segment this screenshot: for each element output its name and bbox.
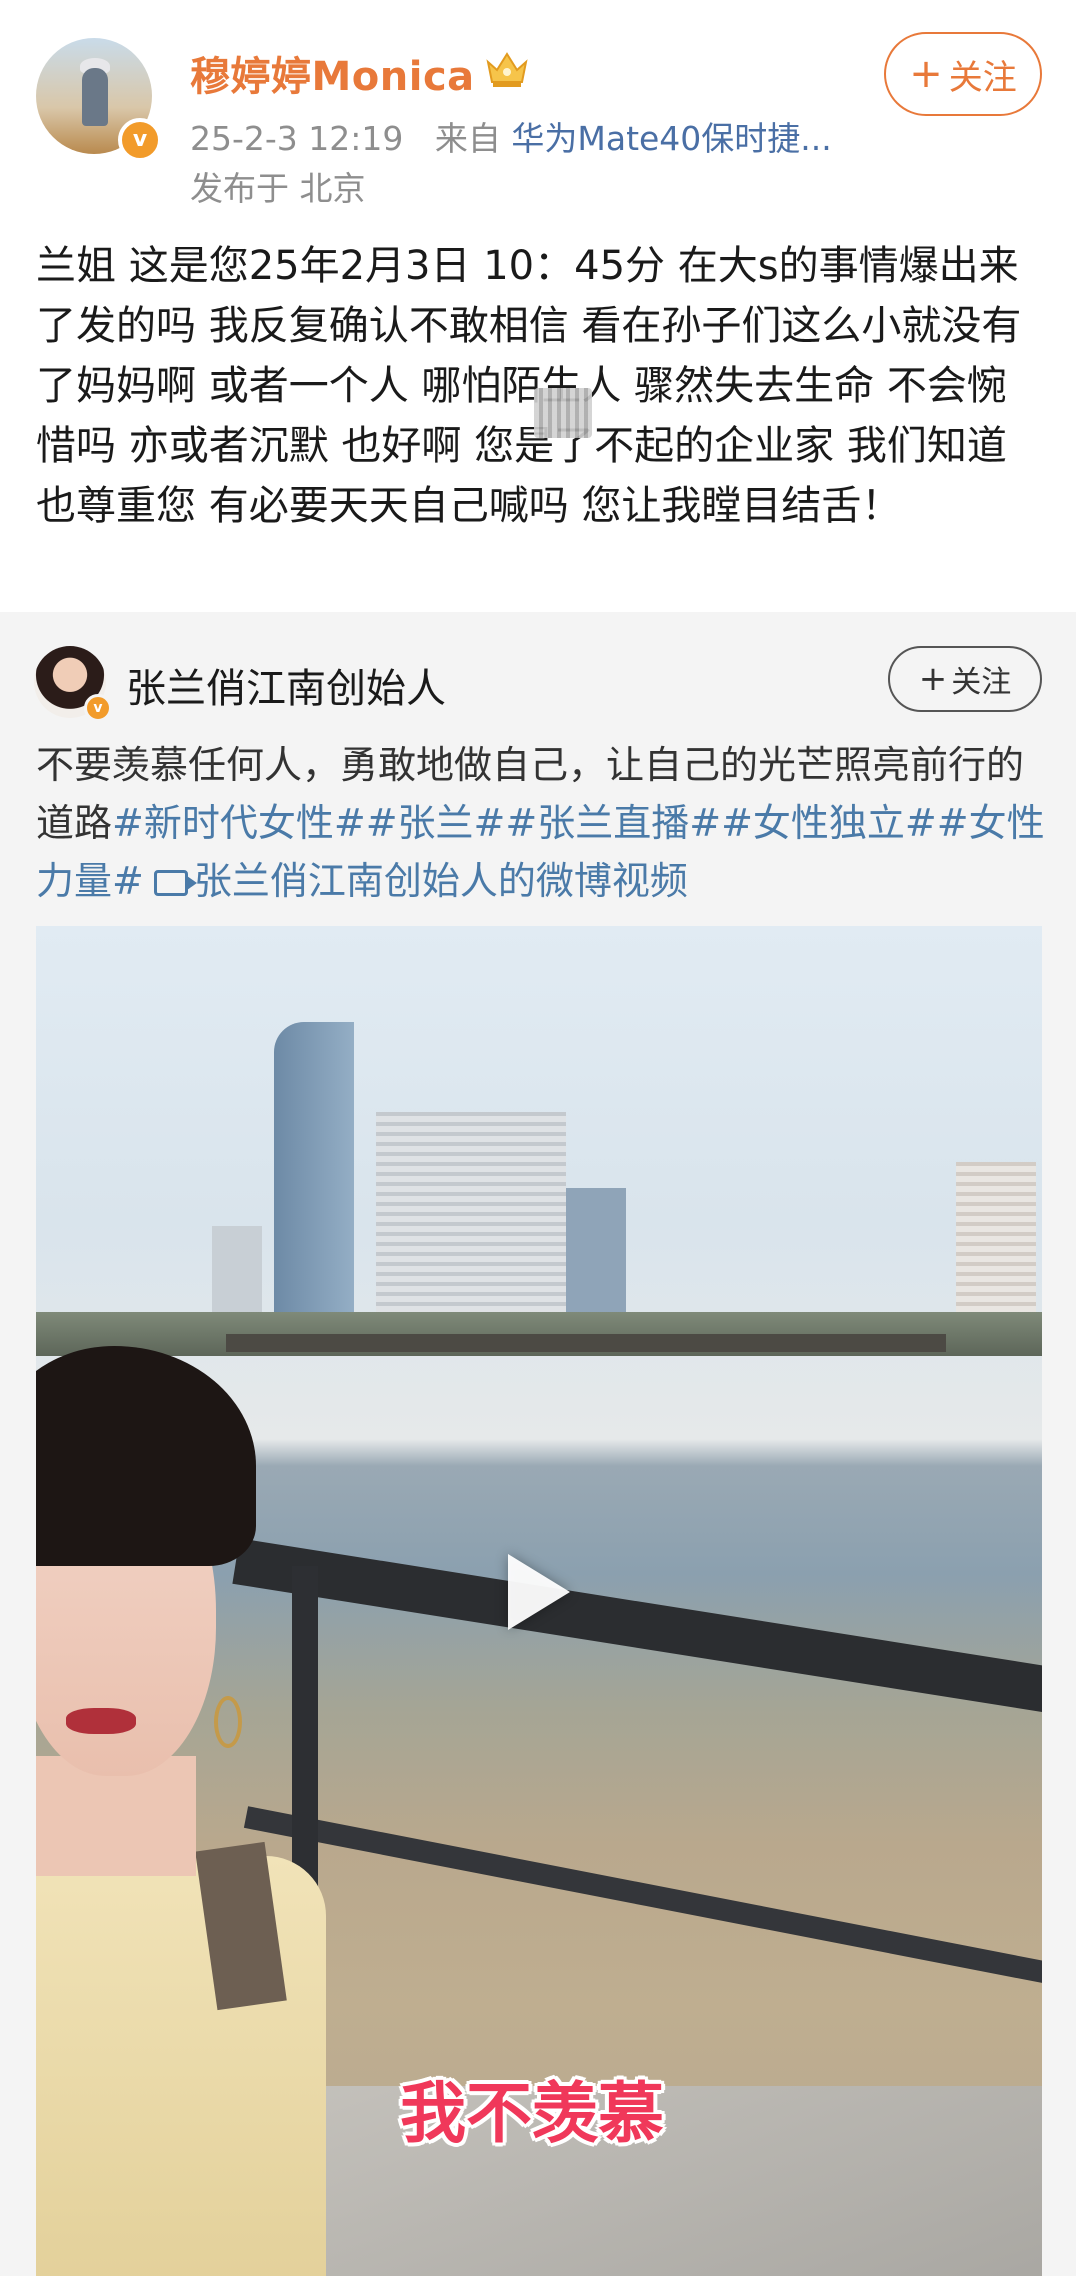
hashtag[interactable]: #张兰#	[366, 801, 506, 845]
barge	[226, 1334, 946, 1352]
verified-badge-icon: v	[118, 118, 162, 162]
video-camera-icon	[153, 870, 197, 896]
video-subtitle: 我不羡慕	[400, 2075, 664, 2152]
repost-author-name[interactable]: 张兰俏江南创始人	[126, 656, 446, 714]
video-player[interactable]: 我不羡慕	[36, 926, 1042, 2276]
repost-follow-button[interactable]: + 关注	[888, 646, 1042, 712]
follow-button[interactable]: + 关注	[884, 32, 1042, 116]
background-building	[212, 1226, 262, 1326]
redaction-mark	[534, 388, 592, 438]
repost-verified-badge-icon: v	[84, 694, 112, 722]
railing	[232, 1538, 1042, 1725]
play-icon[interactable]	[508, 1554, 570, 1630]
railing	[243, 1806, 1042, 2000]
post-timestamp: 25-2-3 12:19	[190, 119, 404, 158]
hashtag[interactable]: #张兰直播#	[505, 801, 721, 845]
background-building	[274, 1022, 354, 1332]
source-prefix: 来自	[434, 119, 501, 158]
crown-icon	[486, 52, 528, 87]
follow-label: 关注	[948, 57, 1017, 98]
author-name[interactable]: 穆婷婷Monica	[190, 44, 475, 102]
repost-text: 不要羡慕任何人，勇敢地做自己，让自己的光芒照亮前行的道路#新时代女性##张兰##…	[36, 736, 1046, 910]
repost-follow-label: 关注	[951, 665, 1012, 700]
background-building	[956, 1162, 1036, 1312]
post-location: 发布于 北京	[190, 169, 366, 208]
hashtag[interactable]: #新时代女性#	[112, 801, 366, 845]
post-text: 兰姐 这是您25年2月3日 10：45分 在大s的事情爆出来了发的吗 我反复确认…	[36, 243, 1022, 529]
hashtag[interactable]: #女性独立#	[721, 801, 937, 845]
plus-icon: +	[909, 51, 943, 97]
person-in-video	[36, 1346, 326, 2276]
video-link[interactable]: 张兰俏江南创始人的微博视频	[194, 859, 688, 903]
background-building	[376, 1112, 566, 1322]
plus-icon: +	[918, 659, 948, 699]
background-building	[566, 1188, 626, 1328]
post-meta: 25-2-3 12:19 来自 华为Mate40保时捷...	[190, 112, 832, 160]
source-device-link[interactable]: 华为Mate40保时捷...	[511, 119, 831, 158]
